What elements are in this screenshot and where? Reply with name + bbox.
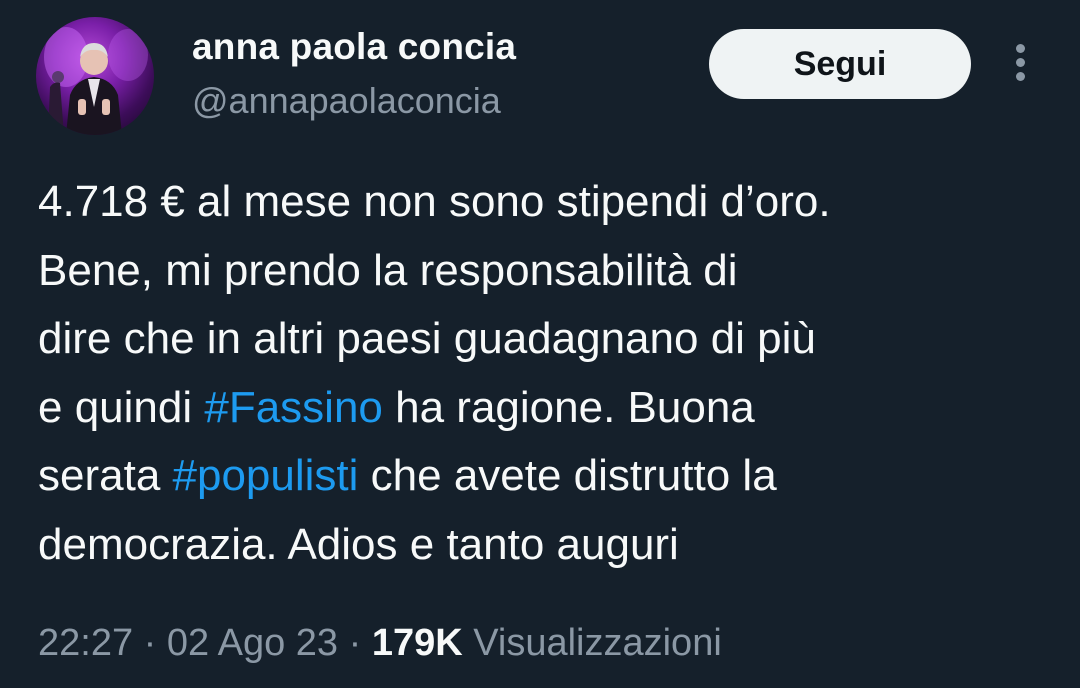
meta-separator: · bbox=[338, 622, 372, 664]
tweet-line: e quindi #Fassino ha ragione. Buona bbox=[38, 374, 1058, 443]
tweet-text: 4.718 € al mese non sono stipendi d’oro.… bbox=[38, 168, 1058, 579]
more-dot bbox=[1015, 44, 1025, 53]
tweet-line: democrazia. Adios e tanto auguri bbox=[38, 519, 679, 569]
hashtag-populisti-link[interactable]: #populisti bbox=[173, 451, 359, 500]
tweet-text-segment: ha ragione. Buona bbox=[382, 382, 755, 432]
tweet-date[interactable]: 02 Ago 23 bbox=[167, 622, 338, 664]
tweet-text-segment: che avete distrutto la bbox=[358, 451, 777, 500]
follow-button[interactable]: Segui bbox=[709, 29, 971, 99]
tweet-text-segment: e quindi bbox=[38, 382, 205, 432]
hashtag-fassino-link[interactable]: #Fassino bbox=[204, 383, 383, 432]
meta-separator: · bbox=[133, 622, 167, 664]
tweet-meta: 22:27 · 02 Ago 23 · 179K Visualizzazioni bbox=[38, 622, 722, 665]
tweet-line: Bene, mi prendo la responsabilità di bbox=[38, 245, 738, 295]
more-dot bbox=[1015, 58, 1025, 67]
more-vertical-icon[interactable] bbox=[1008, 44, 1032, 88]
tweet-text-segment: serata bbox=[38, 451, 173, 500]
author-display-name[interactable]: anna paola concia bbox=[192, 26, 516, 68]
avatar[interactable] bbox=[36, 17, 154, 135]
tweet: anna paola concia @annapaolaconcia Segui… bbox=[0, 0, 1080, 688]
views-label[interactable]: Visualizzazioni bbox=[463, 622, 722, 664]
tweet-time[interactable]: 22:27 bbox=[38, 622, 133, 664]
avatar-photo-icon bbox=[44, 27, 148, 135]
tweet-line: serata #populisti che avete distrutto la bbox=[38, 442, 1058, 511]
tweet-line: 4.718 € al mese non sono stipendi d’oro. bbox=[38, 177, 831, 226]
views-count[interactable]: 179K bbox=[372, 622, 463, 664]
tweet-line: dire che in altri paesi guadagnano di pi… bbox=[38, 314, 816, 363]
author-handle[interactable]: @annapaolaconcia bbox=[192, 80, 501, 122]
more-dot bbox=[1015, 72, 1025, 81]
